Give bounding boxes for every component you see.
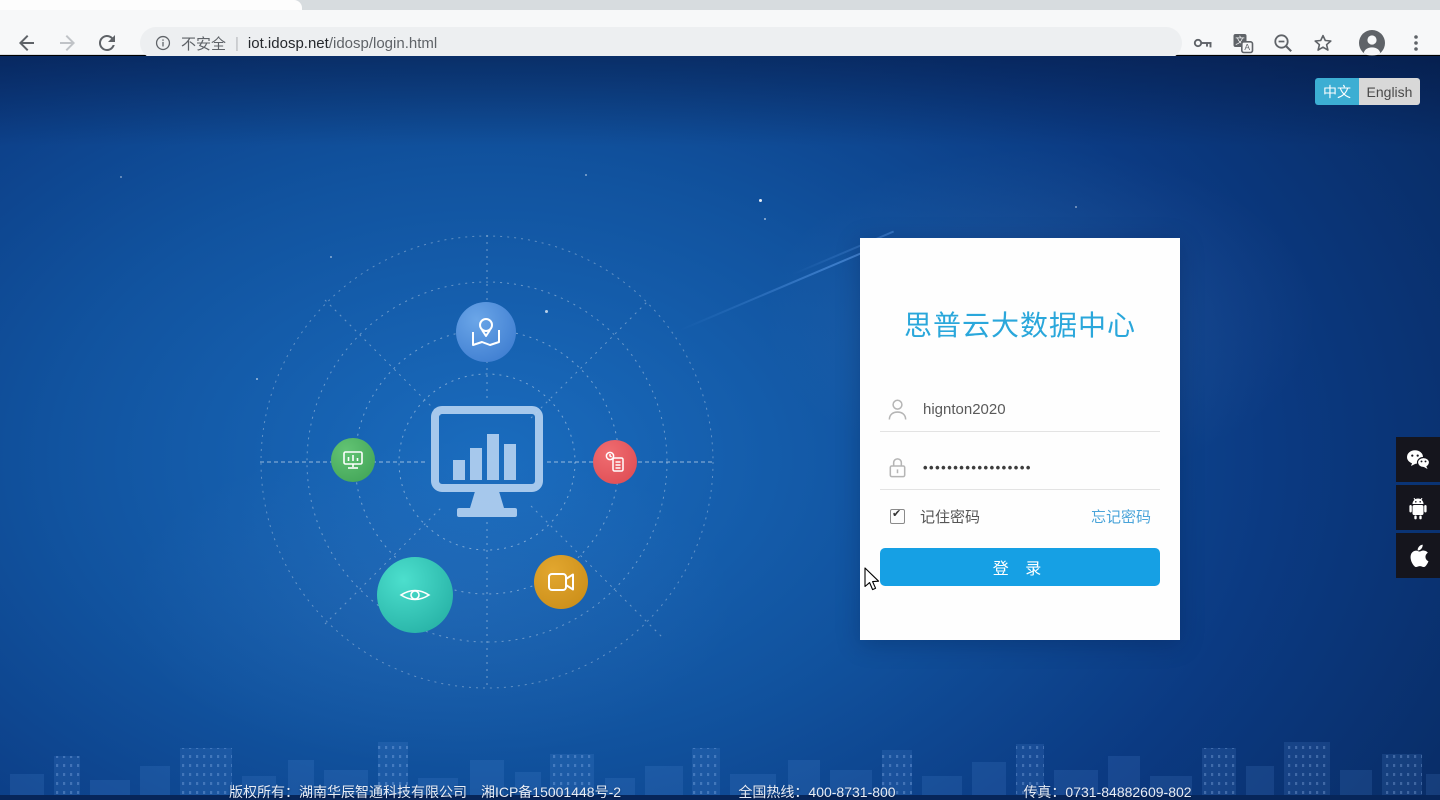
avatar-icon — [1359, 30, 1385, 56]
wechat-button[interactable] — [1396, 437, 1440, 482]
iot-hub-graphic — [260, 235, 714, 689]
url-domain: iot.idosp.net — [247, 34, 329, 52]
apple-icon — [1410, 544, 1429, 567]
remember-label: 记住密码 — [920, 508, 981, 526]
svg-text:A: A — [1244, 42, 1250, 52]
browser-toolbar: 不安全 | iot.idosp.net/idosp/login.html 文 A — [0, 10, 1440, 59]
star-dot — [764, 218, 766, 220]
forgot-password-link[interactable]: 忘记密码 — [1091, 506, 1151, 527]
apple-button[interactable] — [1396, 533, 1440, 578]
language-toggle: 中文 English — [1315, 78, 1420, 105]
star-dot — [759, 199, 762, 202]
zoom-out-icon — [1274, 34, 1292, 52]
translate-button[interactable]: 文 A — [1231, 31, 1255, 55]
bookmark-button[interactable] — [1311, 31, 1335, 55]
back-arrow-icon — [19, 35, 34, 51]
browser-menu-button[interactable] — [1404, 31, 1428, 55]
password-manager-button[interactable] — [1191, 31, 1215, 55]
android-button[interactable] — [1396, 485, 1440, 530]
login-title: 思普云大数据中心 — [903, 310, 1136, 341]
zoom-button[interactable] — [1271, 31, 1295, 55]
footer-copyright: 版权所有：湖南华辰智通科技有限公司 湘ICP备15001448号-2 — [228, 784, 622, 800]
options-row: 记住密码 忘记密码 — [880, 504, 1160, 528]
reload-icon — [98, 34, 115, 51]
language-chinese-button[interactable]: 中文 — [1315, 78, 1359, 105]
url-path: /idosp/login.html — [328, 34, 438, 52]
lock-icon — [889, 458, 906, 478]
login-page-background: 中文 English 思普云大数据中心 hignton2020 ••••••••… — [0, 56, 1440, 800]
forward-button[interactable] — [55, 31, 79, 55]
security-label: 不安全 — [181, 35, 227, 53]
reload-button[interactable] — [95, 31, 119, 55]
url-separator: | — [235, 34, 239, 52]
footer-hotline: 全国热线：400-8731-800 — [738, 784, 896, 800]
login-card: 思普云大数据中心 记住密码 忘记密码 — [860, 238, 1180, 640]
info-icon[interactable] — [154, 34, 172, 52]
video-camera-icon — [534, 555, 588, 609]
remember-checkbox[interactable] — [890, 507, 905, 524]
url-bar[interactable]: 不安全 | iot.idosp.net/idosp/login.html — [140, 27, 1182, 59]
kebab-menu-icon — [1414, 35, 1418, 51]
password-row — [880, 445, 1160, 490]
username-row — [880, 387, 1160, 432]
star-dot — [120, 176, 122, 178]
monitor-icon — [331, 438, 375, 482]
profile-avatar[interactable] — [1358, 29, 1385, 56]
username-input[interactable] — [921, 399, 1160, 419]
browser-tab[interactable] — [0, 0, 302, 10]
tab-strip — [0, 0, 1440, 10]
footer-fax: 传真：0731-84882609-802 — [1023, 784, 1192, 800]
monitor-bar-chart-icon — [431, 406, 543, 517]
star-dot — [585, 174, 587, 176]
forward-arrow-icon — [60, 35, 75, 51]
password-input[interactable] — [921, 458, 1160, 476]
back-button[interactable] — [15, 31, 39, 55]
wechat-icon — [1407, 449, 1431, 469]
translate-icon: 文 A — [1233, 34, 1254, 54]
star-icon — [1314, 34, 1332, 51]
screen: 不安全 | iot.idosp.net/idosp/login.html 文 A — [0, 0, 1440, 800]
report-clock-icon — [593, 440, 637, 484]
language-english-button[interactable]: English — [1359, 78, 1420, 105]
android-icon — [1409, 497, 1427, 519]
eye-icon — [377, 557, 453, 633]
login-button[interactable]: 登 录 — [880, 548, 1160, 586]
social-rail — [1396, 437, 1440, 578]
key-icon — [1193, 38, 1212, 48]
top-shade — [0, 56, 1440, 146]
map-pin-icon — [456, 302, 516, 362]
user-icon — [888, 399, 907, 420]
star-dot — [1075, 206, 1077, 208]
